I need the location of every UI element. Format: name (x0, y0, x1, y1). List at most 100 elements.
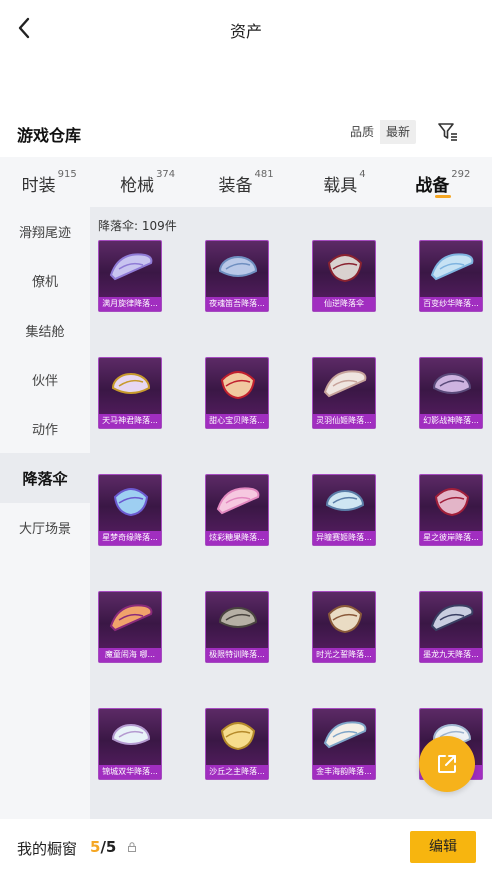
tab-fashion[interactable]: 时装 915 (0, 157, 98, 207)
grid-item[interactable]: 星梦奇缘降落... (98, 474, 162, 546)
parachute-card: 星梦奇缘降落... (98, 474, 162, 546)
tab-label: 载具 (323, 176, 358, 196)
grid-item[interactable]: 炫彩糖果降落... (205, 474, 269, 546)
filter-icon (438, 123, 457, 141)
parachute-icon (327, 605, 363, 634)
grid-item[interactable]: 灵羽仙姬降落... (312, 357, 376, 429)
item-name: 幻影战神降落... (420, 414, 482, 428)
parachute-icon (430, 253, 474, 281)
tab-combat-gear[interactable]: 战备 292 (394, 157, 492, 207)
sidebar-item-assembly-pod[interactable]: 集结舱 (0, 306, 90, 355)
lock-icon (128, 842, 136, 852)
parachute-icon (109, 604, 153, 632)
item-name: 金丰海韵降落... (313, 765, 375, 779)
item-name: 星之彼岸降落... (420, 531, 482, 545)
sidebar-item-companion[interactable]: 伙伴 (0, 355, 90, 404)
parachute-icon (113, 488, 149, 517)
edit-button[interactable]: 编辑 (410, 831, 476, 863)
parachute-card: 时光之誓降落... (312, 591, 376, 663)
sidebar: 滑翔尾迹 僚机 集结舱 伙伴 动作 降落伞 大厅场景 (0, 207, 90, 819)
top-bar: 资产 (0, 0, 492, 58)
item-name: 仙逆降落伞 (313, 297, 375, 311)
parachute-card: 金丰海韵降落... (312, 708, 376, 780)
tab-vehicles[interactable]: 载具 4 (295, 157, 393, 207)
sidebar-item-lobby-scene[interactable]: 大厅场景 (0, 503, 90, 552)
tab-count: 292 (451, 169, 471, 180)
tab-count: 481 (254, 169, 274, 180)
sort-latest-button[interactable]: 最新 (380, 120, 417, 144)
showcase-current: 5 (90, 838, 101, 856)
parachute-icon (323, 721, 367, 749)
grid-item[interactable]: 时光之誓降落... (312, 591, 376, 663)
parachute-icon (432, 373, 472, 394)
grid-item[interactable]: 沙丘之主降落... (205, 708, 269, 780)
tab-count: 374 (156, 169, 176, 180)
grid-item[interactable]: 星之彼岸降落... (419, 474, 483, 546)
parachute-icon (325, 490, 365, 511)
grid-item[interactable]: 异瞳赛姬降落... (312, 474, 376, 546)
parachute-icon (434, 488, 470, 517)
grid-item[interactable]: 极限特训降落... (205, 591, 269, 663)
filter-button[interactable] (436, 120, 460, 144)
external-link-icon (438, 755, 456, 773)
parachute-card: 仙逆降落伞 (312, 240, 376, 312)
tab-count: 4 (359, 169, 366, 180)
parachute-card: 天马神君降落... (98, 357, 162, 429)
parachute-card: 墨龙九天降落... (419, 591, 483, 663)
item-name: 时光之誓降落... (313, 648, 375, 662)
grid-item[interactable]: 仙逆降落伞 (312, 240, 376, 312)
tab-count: 915 (57, 169, 77, 180)
item-name: 极限特训降落... (206, 648, 268, 662)
sidebar-item-parachute[interactable]: 降落伞 (0, 453, 90, 503)
item-name: 沙丘之主降落... (206, 765, 268, 779)
showcase-total: 5 (105, 838, 117, 856)
grid-item[interactable]: 金丰海韵降落... (312, 708, 376, 780)
page-title: 资产 (229, 22, 262, 41)
warehouse-title: 游戏仓库 (17, 126, 82, 145)
parachute-card: 星之彼岸降落... (419, 474, 483, 546)
grid-item[interactable]: 甜心宝贝降落... (205, 357, 269, 429)
item-name: 天马神君降落... (99, 414, 161, 428)
grid-item[interactable]: 魔童闹海 哪... (98, 591, 162, 663)
parachute-card: 夜魂笛吾降落... (205, 240, 269, 312)
grid-item[interactable]: 墨龙九天降落... (419, 591, 483, 663)
parachute-card: 魔童闹海 哪... (98, 591, 162, 663)
parachute-card: 灵羽仙姬降落... (312, 357, 376, 429)
sidebar-item-wingman[interactable]: 僚机 (0, 256, 90, 305)
showcase-count: 5/5 (90, 838, 116, 856)
parachute-icon (109, 253, 153, 281)
parachute-card: 锦城双华降落... (98, 708, 162, 780)
item-name: 异瞳赛姬降落... (313, 531, 375, 545)
parachute-icon (216, 487, 260, 515)
tab-guns[interactable]: 枪械 374 (98, 157, 196, 207)
parachute-card: 幻影战神降落... (419, 357, 483, 429)
item-name: 锦城双华降落... (99, 765, 161, 779)
showcase-bar: 我的橱窗 5/5 编辑 (0, 819, 492, 876)
sidebar-item-glide-trail[interactable]: 滑翔尾迹 (0, 207, 90, 256)
sort-quality-button[interactable]: 品质 (344, 120, 381, 144)
grid-item[interactable]: 幻影战神降落... (419, 357, 483, 429)
parachute-card: 异瞳赛姬降落... (312, 474, 376, 546)
tab-label: 装备 (218, 176, 253, 196)
grid-item[interactable]: 满月旋律降落... (98, 240, 162, 312)
parachute-card: 百变纱华降落... (419, 240, 483, 312)
item-name: 墨龙九天降落... (420, 648, 482, 662)
parachute-icon (218, 607, 258, 628)
warehouse-header: 游戏仓库 品质 最新 (0, 112, 492, 152)
grid-item[interactable]: 锦城双华降落... (98, 708, 162, 780)
parachute-card: 满月旋律降落... (98, 240, 162, 312)
grid-item[interactable]: 天马神君降落... (98, 357, 162, 429)
showcase-label: 我的橱窗 (17, 840, 78, 858)
section-count-label: 降落伞: 109件 (98, 219, 177, 233)
sidebar-item-emote[interactable]: 动作 (0, 404, 90, 453)
share-button[interactable] (419, 736, 475, 792)
parachute-icon (323, 370, 367, 398)
parachute-icon (220, 371, 256, 400)
tab-equipment[interactable]: 装备 481 (197, 157, 295, 207)
grid-item[interactable]: 百变纱华降落... (419, 240, 483, 312)
grid-item[interactable]: 夜魂笛吾降落... (205, 240, 269, 312)
parachute-card: 炫彩糖果降落... (205, 474, 269, 546)
active-tab-indicator (434, 195, 451, 198)
parachute-card: 沙丘之主降落... (205, 708, 269, 780)
item-name: 百变纱华降落... (420, 297, 482, 311)
